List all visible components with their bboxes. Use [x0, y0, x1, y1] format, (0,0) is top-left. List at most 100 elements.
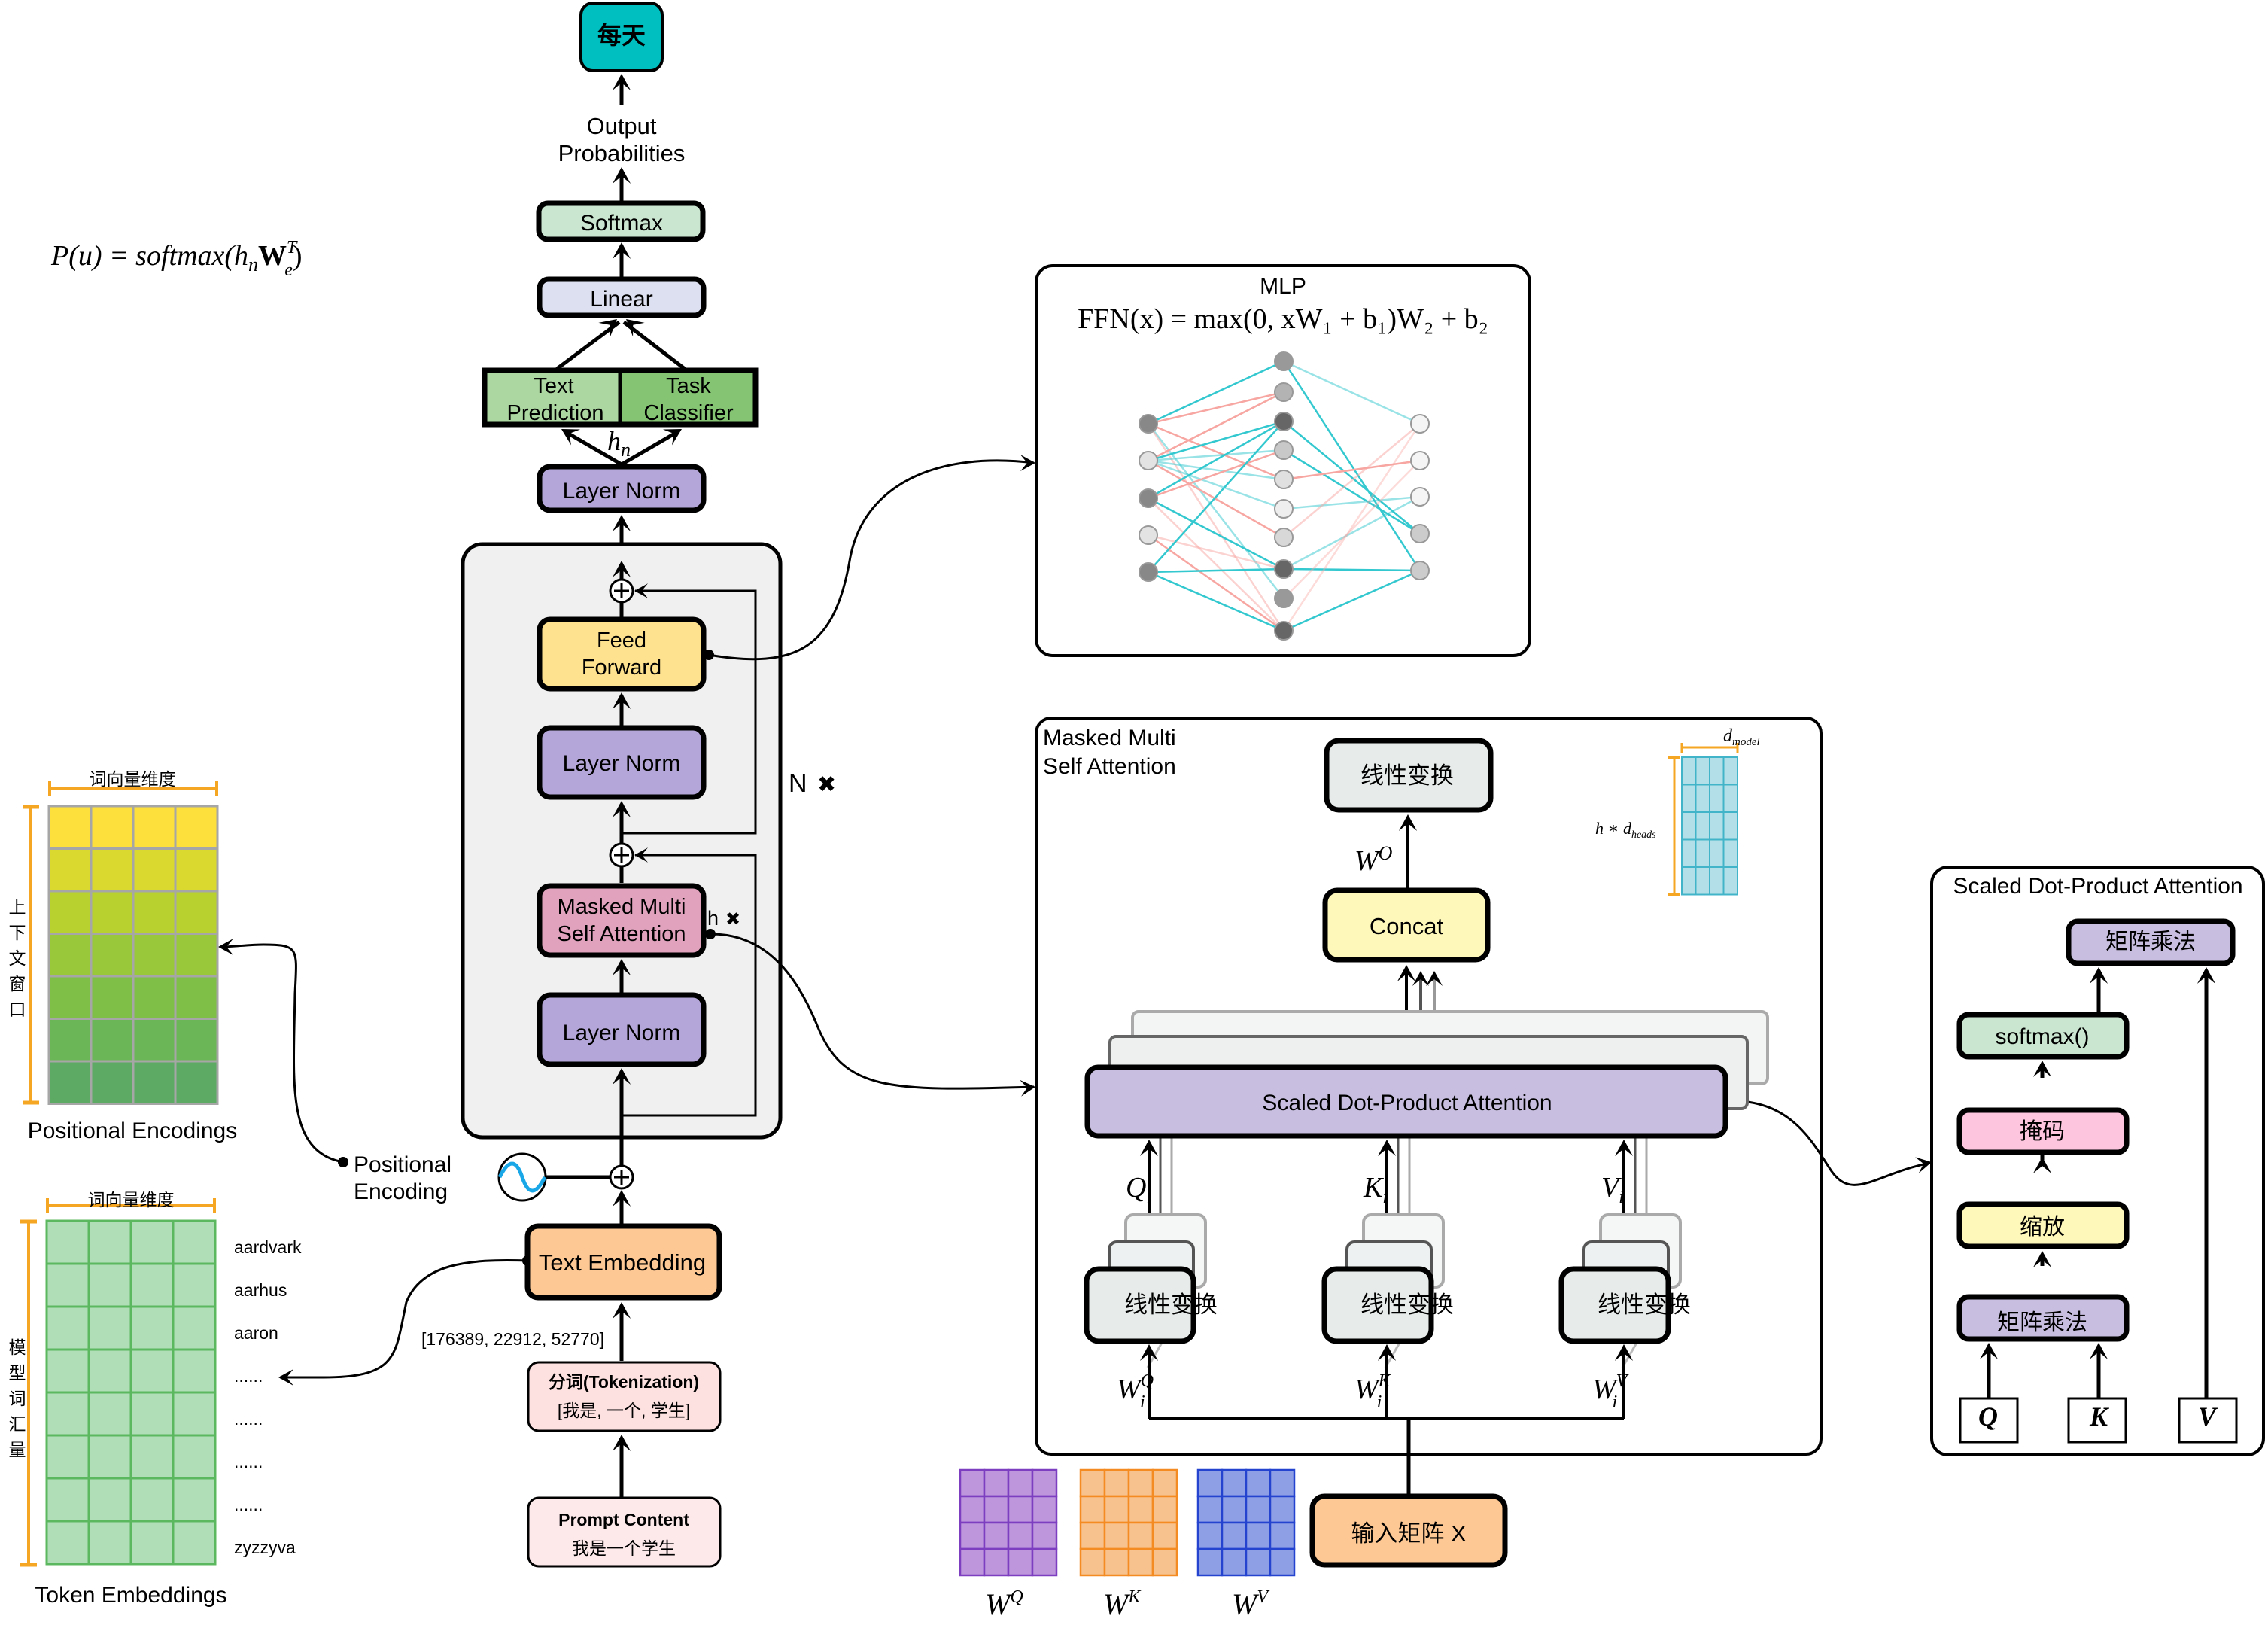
weight-matrix-q-cell	[983, 1495, 1010, 1524]
te-cell	[45, 1520, 90, 1566]
weight-matrix-k-cell	[1127, 1495, 1154, 1524]
transformer-diagram: 每天 Output Probabilities P(u) = softmax(h…	[0, 0, 2268, 1621]
vocab-item: ......	[234, 1366, 263, 1386]
weight-matrix-k-cell	[1127, 1521, 1154, 1550]
pe-cell	[47, 805, 93, 850]
dmodel-cell	[1695, 838, 1710, 868]
linear-k-label: 线性变换	[1360, 1292, 1454, 1318]
weight-matrix-k-cell	[1151, 1495, 1178, 1524]
vocab-item: zyzzyva	[234, 1538, 296, 1557]
mha-title-2: Self Attention	[1043, 754, 1176, 779]
mlp-neuron	[1410, 414, 1430, 434]
weight-matrix-k-cell	[1151, 1521, 1178, 1550]
weight-matrix-q-cell	[983, 1547, 1010, 1577]
mlp-neuron	[1274, 528, 1294, 547]
dmodel-cell	[1695, 811, 1710, 841]
text-prediction-label-1: Text	[534, 374, 573, 398]
svg-text:下: 下	[9, 923, 26, 942]
te-cell	[45, 1262, 90, 1308]
output-token-label: 每天	[597, 22, 646, 49]
pe-cell	[174, 1018, 219, 1063]
te-height-label: 模 型 词 汇 量	[9, 1337, 26, 1459]
weight-matrix-k-cell	[1103, 1521, 1130, 1550]
weight-matrix-k-cell	[1127, 1468, 1154, 1498]
sdpa-q-label: Q	[1978, 1401, 1998, 1432]
masked-attention-label-2: Self Attention	[558, 922, 686, 946]
dmodel-cell	[1695, 866, 1710, 896]
weight-matrix-v-cell	[1269, 1495, 1296, 1524]
dmodel-cell	[1709, 866, 1725, 896]
repeat-h-label: h	[707, 907, 719, 930]
dmodel-cell	[1709, 838, 1725, 868]
te-cell	[172, 1219, 217, 1265]
pe-cell	[90, 890, 135, 935]
mlp-neuron	[1139, 414, 1158, 434]
weight-matrix-q-cell	[983, 1468, 1010, 1498]
dmodel-cell	[1681, 784, 1697, 813]
weight-matrix-q-cell	[1031, 1468, 1058, 1498]
pe-cell	[174, 975, 219, 1020]
te-cell	[45, 1434, 90, 1480]
mlp-neuron	[1274, 412, 1294, 431]
weight-matrix-v-cell	[1245, 1521, 1272, 1550]
pe-cell	[174, 933, 219, 978]
sdpa-label: Scaled Dot-Product Attention	[1262, 1091, 1552, 1115]
weight-matrix-q-cell	[1007, 1495, 1034, 1524]
mlp-neuron	[1274, 351, 1294, 371]
formula-lhs: P(u) = softmax(hnWT e)	[50, 238, 303, 280]
pe-cell	[90, 975, 135, 1020]
pe-cell	[132, 890, 177, 935]
mlp-neuron	[1410, 524, 1430, 543]
output-formula: P(u) = softmax(hnWT e)	[50, 238, 303, 280]
weight-matrix-q-cell	[959, 1468, 986, 1498]
weight-matrix-q-cell	[1031, 1521, 1058, 1550]
weight-matrix-k-cell	[1103, 1468, 1130, 1498]
te-cell	[87, 1348, 132, 1394]
weight-matrix-q-cell	[1007, 1521, 1034, 1550]
weight-matrix-k-cell	[1127, 1547, 1154, 1577]
weight-matrix-v-cell	[1221, 1495, 1248, 1524]
ff-curve-head-icon	[1020, 455, 1035, 471]
token-ids-label: [176389, 22912, 52770]	[421, 1329, 604, 1349]
weight-matrix-v-cell	[1196, 1521, 1224, 1550]
te-cell	[129, 1348, 175, 1394]
tokenization-tokens: [我是, 一个, 学生]	[558, 1401, 690, 1420]
dmodel-cell	[1709, 756, 1725, 786]
te-cell	[129, 1434, 175, 1480]
sdpa-k-label: K	[2089, 1401, 2110, 1432]
svg-text:型: 型	[9, 1363, 26, 1383]
prompt-title: Prompt Content	[558, 1510, 689, 1529]
svg-text:口: 口	[9, 1000, 26, 1019]
dmodel-cell	[1681, 866, 1697, 896]
mlp-neuron	[1274, 499, 1294, 519]
te-title: Token Embeddings	[35, 1583, 226, 1608]
task-classifier-label-2: Classifier	[643, 401, 734, 425]
te-cell	[172, 1520, 217, 1566]
pe-cell	[47, 975, 93, 1020]
layer-norm-1-label: Layer Norm	[563, 1021, 681, 1045]
pe-cell	[90, 1060, 135, 1105]
weight-matrix-q-cell	[959, 1547, 986, 1577]
pe-cell	[90, 1018, 135, 1063]
tokenization-title: 分词(Tokenization)	[549, 1372, 699, 1392]
pe-cell	[132, 847, 177, 893]
weight-matrix-q-cell	[1007, 1547, 1034, 1577]
linear-label: Linear	[590, 287, 652, 312]
final-layer-norm-label: Layer Norm	[563, 479, 681, 504]
weight-matrix-q-cell	[1031, 1495, 1058, 1524]
te-cell	[129, 1219, 175, 1265]
linear-v-label: 线性变换	[1598, 1292, 1691, 1318]
te-cell	[87, 1262, 132, 1308]
te-cell	[45, 1305, 90, 1351]
repeat-n-times-icon: ✖	[817, 772, 836, 797]
pe-cell	[174, 847, 219, 893]
weight-matrix-k-cell	[1151, 1547, 1178, 1577]
dmodel-cell	[1681, 811, 1697, 841]
te-cell	[129, 1477, 175, 1523]
mlp-neuron	[1274, 589, 1294, 608]
positional-encoding-label-1: Positional	[354, 1152, 451, 1177]
masked-attention-label-1: Masked Multi	[558, 895, 686, 919]
svg-text:窗: 窗	[9, 974, 26, 994]
wk-matrix-label: WK	[1103, 1587, 1142, 1621]
weight-matrix-v-cell	[1245, 1468, 1272, 1498]
